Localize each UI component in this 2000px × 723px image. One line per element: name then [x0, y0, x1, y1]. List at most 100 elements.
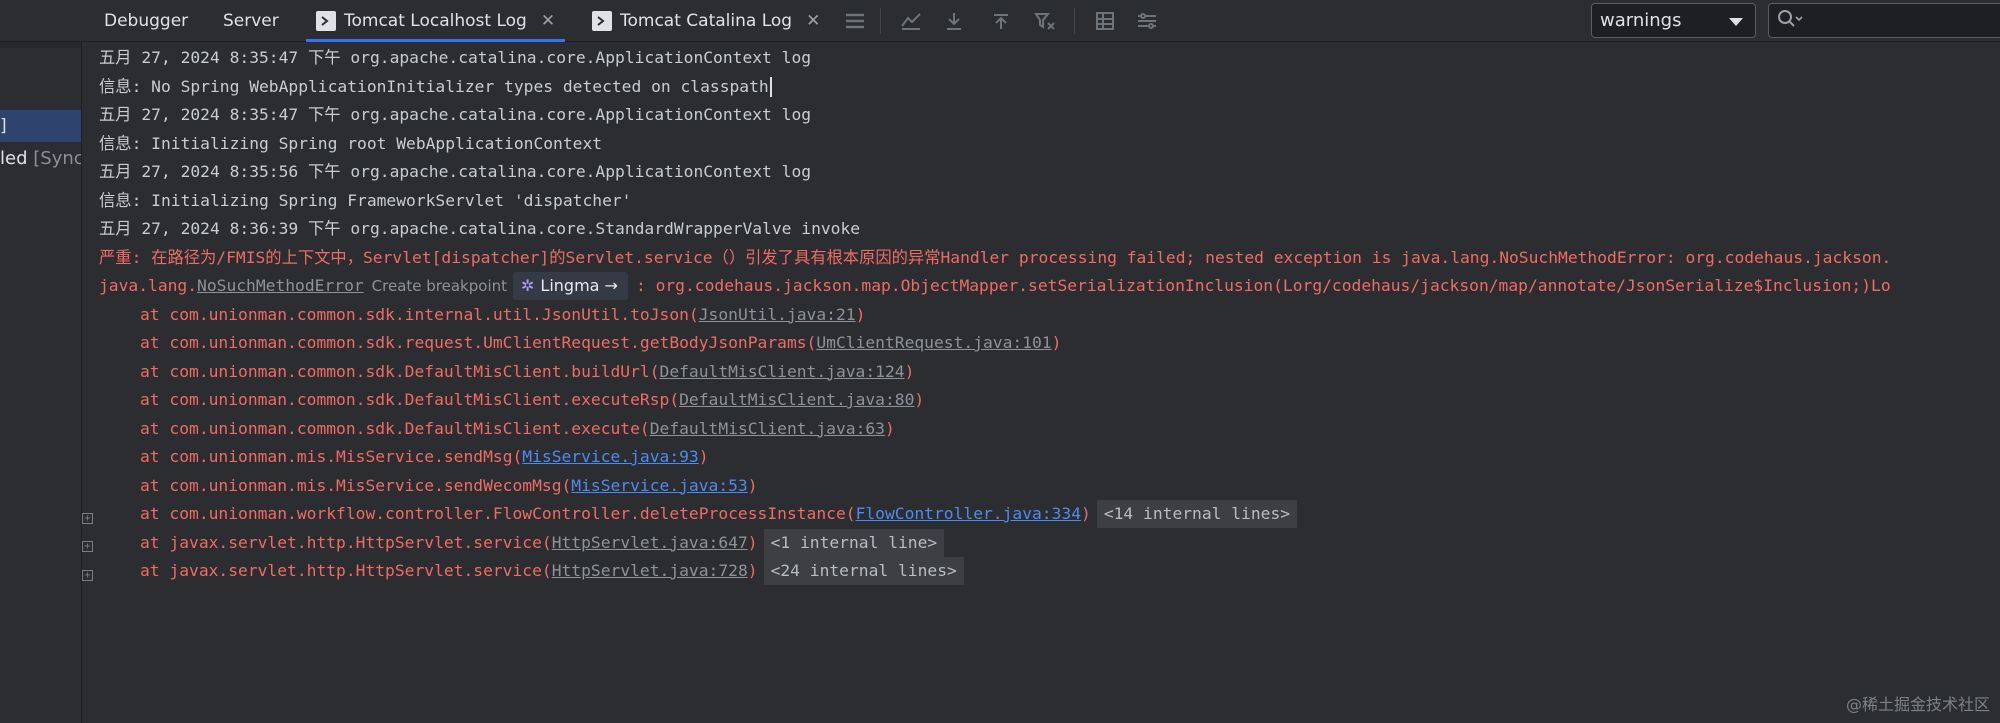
- clear-filter-icon[interactable]: [1032, 8, 1058, 34]
- frame-end: ): [747, 475, 758, 495]
- panel-strip: [0, 42, 81, 48]
- source-link[interactable]: DefaultMisClient.java:80: [679, 390, 914, 409]
- console-output[interactable]: 五月 27, 2024 8:35:47 下午 org.apache.catali…: [83, 42, 2000, 723]
- tab-label: Server: [223, 11, 279, 31]
- source-link[interactable]: MisService.java:93: [522, 447, 698, 466]
- frame-end: ): [1051, 333, 1062, 352]
- frame-text: at com.unionman.common.sdk.DefaultMisCli…: [140, 390, 680, 409]
- source-link[interactable]: HttpServlet.java:647: [552, 533, 748, 552]
- exception-line: java.lang.NoSuchMethodError Create breakp…: [99, 272, 1891, 300]
- tab-label: Tomcat Localhost Log: [344, 11, 527, 31]
- toolbar-divider: [880, 8, 881, 34]
- internal-lines-fold[interactable]: <1 internal line>: [763, 528, 945, 557]
- app-window: Debugger Server Tomcat Localhost Log ✕ T…: [0, 0, 2000, 723]
- frame-text: at com.unionman.mis.MisService.sendMsg(: [140, 447, 523, 466]
- tab-tomcat-catalina-log[interactable]: Tomcat Catalina Log ✕: [592, 0, 820, 42]
- tab-label: Tomcat Catalina Log: [620, 11, 793, 31]
- stack-frame: at com.unionman.mis.MisService.sendMsg(M…: [140, 443, 709, 471]
- log-line: 五月 27, 2024 8:35:56 下午 org.apache.catali…: [99, 162, 812, 181]
- log-line: 五月 27, 2024 8:35:47 下午 org.apache.catali…: [99, 48, 812, 67]
- services-tree-panel: ] led [Sync: [0, 42, 82, 723]
- search-icon: [1777, 9, 1803, 33]
- toolbar-divider: [1074, 8, 1075, 34]
- source-link[interactable]: MisService.java:53: [571, 476, 747, 495]
- lingma-button[interactable]: ✲ Lingma →: [513, 272, 628, 300]
- frame-end: ): [904, 361, 915, 381]
- search-field[interactable]: [1768, 3, 2000, 38]
- scroll-to-end-icon[interactable]: [941, 8, 967, 34]
- stack-frame: at com.unionman.workflow.controller.Flow…: [140, 500, 1298, 528]
- tree-item-label: ]: [0, 116, 7, 136]
- chevron-down-icon: [1729, 18, 1743, 26]
- frame-text: at com.unionman.common.sdk.internal.util…: [140, 304, 699, 324]
- stack-frame: at com.unionman.mis.MisService.sendWecom…: [140, 472, 758, 500]
- stack-frame: at javax.servlet.http.HttpServlet.servic…: [140, 528, 945, 557]
- frame-text: at com.unionman.common.sdk.DefaultMisCli…: [140, 361, 660, 381]
- frame-end: ): [914, 390, 925, 409]
- stack-frame: at com.unionman.common.sdk.internal.util…: [140, 301, 865, 329]
- tab-server[interactable]: Server: [223, 0, 279, 42]
- frame-end: ): [884, 418, 895, 438]
- source-link[interactable]: DefaultMisClient.java:124: [660, 362, 905, 381]
- source-link[interactable]: JsonUtil.java:21: [699, 305, 856, 324]
- log-line: 信息: No Spring WebApplicationInitializer …: [99, 73, 772, 101]
- tree-item-selected[interactable]: ]: [0, 110, 81, 142]
- tab-label: Debugger: [104, 11, 189, 31]
- tool-window-header: Debugger Server Tomcat Localhost Log ✕ T…: [0, 0, 2000, 42]
- softwrap-icon[interactable]: [898, 8, 924, 34]
- frame-text: at com.unionman.mis.MisService.sendWecom…: [140, 475, 572, 495]
- print-icon[interactable]: [1092, 8, 1118, 34]
- log-line: 五月 27, 2024 8:35:47 下午 org.apache.catali…: [99, 105, 812, 124]
- scroll-to-top-icon[interactable]: [988, 8, 1014, 34]
- close-icon[interactable]: ✕: [806, 11, 820, 31]
- search-input[interactable]: [1809, 11, 1989, 30]
- frame-text: at com.unionman.workflow.controller.Flow…: [140, 504, 856, 523]
- source-link[interactable]: UmClientRequest.java:101: [816, 333, 1051, 352]
- exception-prefix: java.lang.: [99, 276, 198, 295]
- tab-tomcat-localhost-log[interactable]: Tomcat Localhost Log ✕: [305, 0, 566, 42]
- expand-fold-icon[interactable]: +: [82, 513, 93, 524]
- expand-fold-icon[interactable]: +: [82, 541, 93, 552]
- console-icon: [316, 11, 336, 31]
- stack-frame: at com.unionman.common.sdk.DefaultMisCli…: [140, 358, 914, 386]
- create-breakpoint-hint[interactable]: Create breakpoint: [372, 272, 507, 300]
- log-line: 信息: Initializing Spring root WebApplicat…: [99, 133, 603, 153]
- log-line: 五月 27, 2024 8:36:39 下午 org.apache.catali…: [99, 219, 861, 238]
- stack-frame: at com.unionman.common.sdk.DefaultMisCli…: [140, 386, 924, 414]
- expand-fold-icon[interactable]: +: [82, 570, 93, 581]
- watermark: @稀土掘金技术社区: [1845, 695, 1990, 714]
- tab-debugger[interactable]: Debugger: [104, 0, 188, 42]
- stack-frame: at javax.servlet.http.HttpServlet.servic…: [140, 557, 964, 585]
- internal-lines-fold[interactable]: <14 internal lines>: [1096, 500, 1298, 528]
- lingma-icon: ✲: [521, 276, 535, 295]
- stack-frame: at com.unionman.common.sdk.DefaultMisCli…: [140, 415, 895, 443]
- frame-end: ): [747, 532, 758, 552]
- settings-icon[interactable]: [1134, 8, 1160, 34]
- source-link[interactable]: FlowController.java:334: [856, 504, 1081, 523]
- frame-end: ): [747, 561, 758, 580]
- tree-item-status: [Sync: [33, 148, 82, 169]
- exception-class-link[interactable]: NoSuchMethodError: [197, 276, 364, 295]
- source-link[interactable]: HttpServlet.java:728: [552, 561, 748, 580]
- internal-lines-fold[interactable]: <24 internal lines>: [763, 557, 964, 585]
- tree-item[interactable]: led [Sync: [0, 144, 82, 174]
- frame-end: ): [698, 447, 709, 466]
- frame-text: at com.unionman.common.sdk.request.UmCli…: [140, 333, 817, 352]
- close-icon[interactable]: ✕: [541, 11, 555, 31]
- menu-icon[interactable]: [842, 8, 868, 34]
- log-line-severe: 严重: 在路径为/FMIS的上下文中，Servlet[dispatcher]的S…: [99, 247, 1892, 267]
- log-line-text: 信息: No Spring WebApplicationInitializer …: [99, 76, 769, 96]
- frame-end: ): [855, 304, 866, 324]
- filter-selected-value: warnings: [1600, 10, 1682, 31]
- log-level-filter-select[interactable]: warnings: [1591, 3, 1756, 38]
- frame-text: at javax.servlet.http.HttpServlet.servic…: [140, 532, 552, 552]
- frame-end: ): [1081, 504, 1091, 523]
- stack-frame: at com.unionman.common.sdk.request.UmCli…: [140, 329, 1061, 357]
- frame-text: at javax.servlet.http.HttpServlet.servic…: [140, 561, 552, 580]
- text-cursor: [769, 77, 772, 97]
- frame-text: at com.unionman.common.sdk.DefaultMisCli…: [140, 418, 650, 438]
- source-link[interactable]: DefaultMisClient.java:63: [650, 419, 885, 438]
- exception-message: : org.codehaus.jackson.map.ObjectMapper.…: [635, 276, 1891, 295]
- tree-item-label: led: [0, 148, 28, 169]
- log-line: 信息: Initializing Spring FrameworkServlet…: [99, 190, 632, 210]
